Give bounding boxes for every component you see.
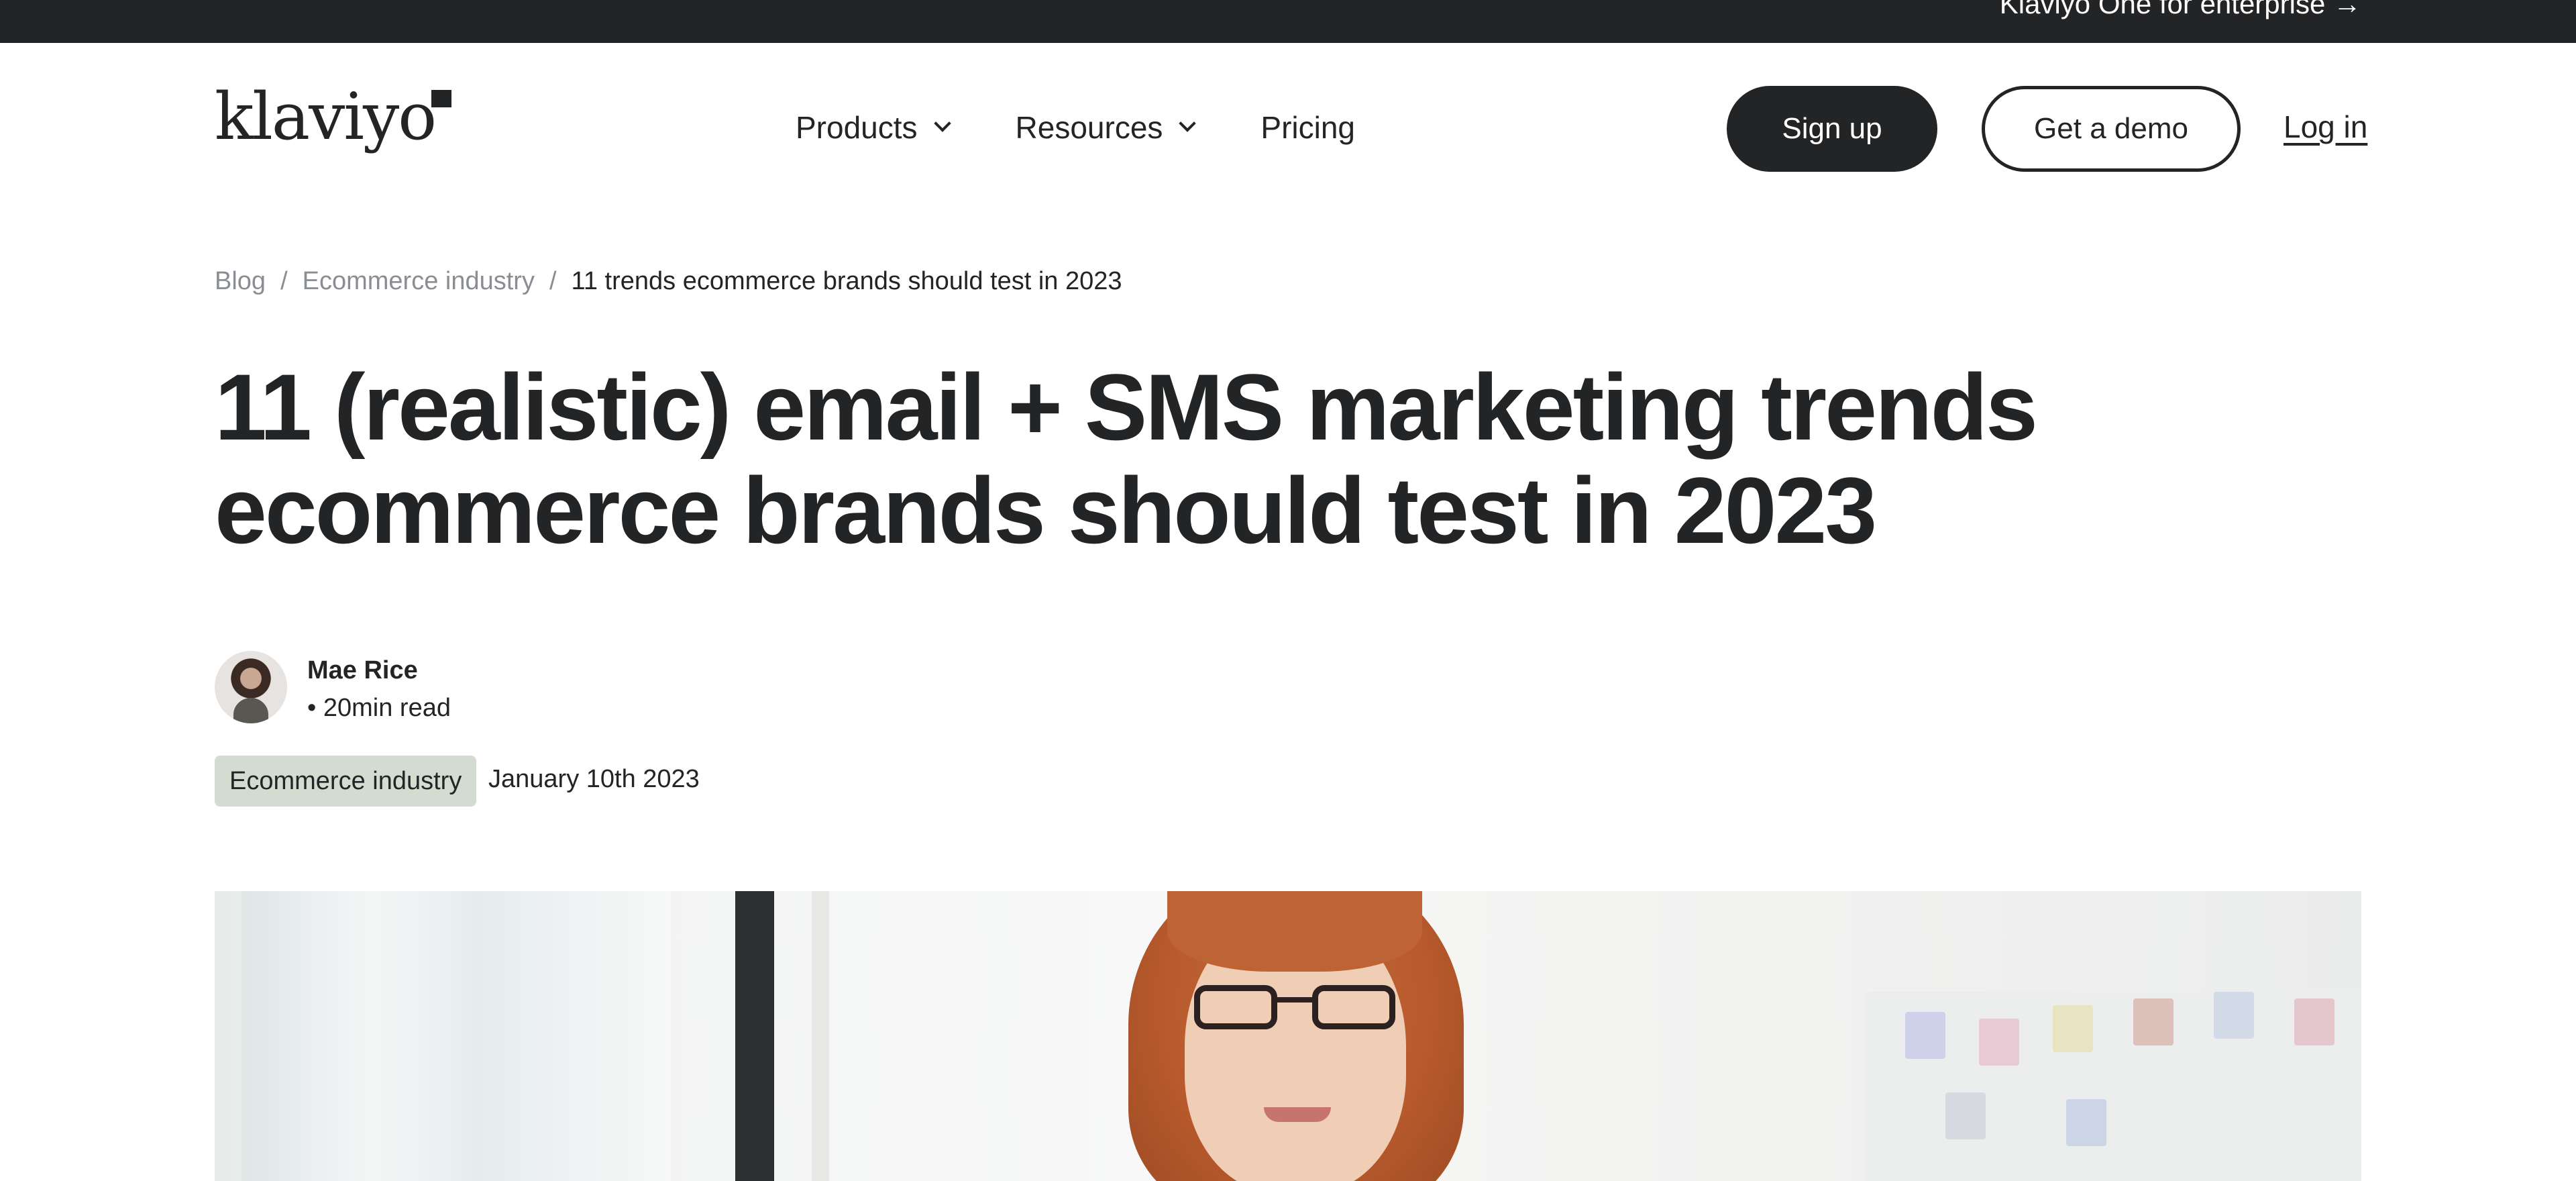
hero-card: [2066, 1099, 2106, 1146]
main-nav: Products Resources Pricing: [796, 107, 1355, 148]
hero-card: [2133, 998, 2174, 1045]
enterprise-link[interactable]: Klaviyo One for enterprise →: [2000, 0, 2361, 20]
breadcrumb-blog[interactable]: Blog: [215, 267, 266, 296]
nav-item-products[interactable]: Products: [796, 109, 951, 146]
breadcrumb-ecommerce-industry[interactable]: Ecommerce industry: [303, 267, 535, 296]
nav-item-label: Pricing: [1260, 110, 1356, 145]
flag-icon: [431, 90, 452, 107]
hero-card: [2294, 998, 2334, 1045]
read-time: • 20min read: [307, 694, 451, 722]
site-header: klaviyo Products Resources Pricing Sign …: [0, 43, 2576, 177]
hero-board: [1865, 992, 2361, 1181]
nav-item-label: Products: [796, 110, 918, 145]
hero-card: [1979, 1019, 2019, 1066]
nav-item-resources[interactable]: Resources: [1015, 109, 1197, 146]
breadcrumb: Blog / Ecommerce industry / 11 trends ec…: [215, 267, 1122, 296]
sign-up-button[interactable]: Sign up: [1727, 86, 1937, 172]
author-name[interactable]: Mae Rice: [307, 656, 418, 685]
category-tag[interactable]: Ecommerce industry: [215, 756, 477, 807]
hero-mouth: [1264, 1107, 1331, 1122]
author-avatar: [215, 651, 287, 723]
log-in-link[interactable]: Log in: [2284, 109, 2367, 145]
hero-pillar-light: [812, 891, 829, 1181]
glasses-bridge: [1275, 997, 1315, 1003]
hero-card: [1905, 1012, 1945, 1059]
hero-bangs: [1167, 891, 1422, 972]
breadcrumb-separator: /: [280, 267, 288, 295]
announcement-bar: Klaviyo One for enterprise →: [0, 0, 2576, 43]
page-title: 11 (realistic) email + SMS marketing tre…: [215, 354, 2038, 563]
nav-item-label: Resources: [1015, 110, 1163, 145]
chevron-down-icon: [933, 115, 951, 132]
klaviyo-logo[interactable]: klaviyo: [215, 85, 452, 149]
logo-text: klaviyo: [215, 79, 437, 154]
hero-image: [215, 891, 2361, 1181]
hero-card: [2214, 992, 2254, 1039]
avatar-body: [233, 698, 268, 723]
post-date: January 10th 2023: [488, 765, 700, 793]
breadcrumb-current: 11 trends ecommerce brands should test i…: [571, 267, 1122, 295]
glasses-lens-left: [1194, 985, 1277, 1029]
glasses-lens-right: [1312, 985, 1395, 1029]
breadcrumb-separator: /: [549, 267, 557, 295]
hero-card: [2053, 1005, 2093, 1052]
nav-item-pricing[interactable]: Pricing: [1260, 109, 1355, 146]
glasses: [1194, 985, 1395, 1032]
chevron-down-icon: [1179, 115, 1197, 132]
hero-pillar: [735, 891, 774, 1181]
get-a-demo-button[interactable]: Get a demo: [1982, 86, 2241, 172]
hero-window: [241, 891, 671, 1181]
hero-card: [1945, 1092, 1986, 1139]
